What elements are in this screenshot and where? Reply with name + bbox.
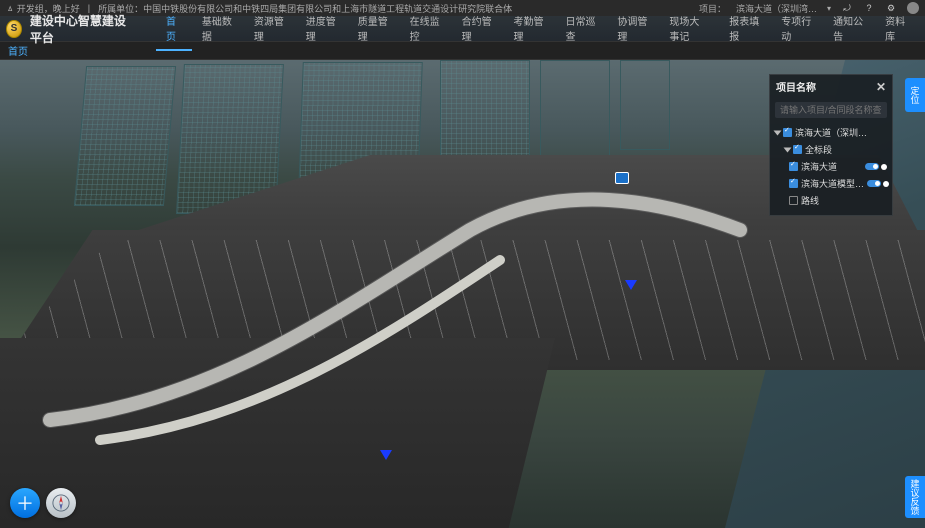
locate-icon[interactable] [881,164,887,170]
nav-quality[interactable]: 质量管理 [348,7,400,51]
tree-label: 全标段 [805,143,832,156]
compass-icon [52,494,70,512]
nav-basic-data[interactable]: 基础数据 [192,7,244,51]
nav-coord[interactable]: 协调管理 [607,7,659,51]
project-panel: 项目名称 ✕ 滨海大道（深圳湾总部基地段… 全标段 滨海大道 [769,74,893,216]
map-3d-viewport[interactable]: 项目名称 ✕ 滨海大道（深圳湾总部基地段… 全标段 滨海大道 [0,60,925,528]
nav-events[interactable]: 现场大事记 [659,7,719,51]
nav-monitor[interactable]: 在线监控 [400,7,452,51]
tree-item[interactable]: 滨海大道模型… [775,175,887,192]
building [620,60,670,150]
building [74,66,176,206]
tree-root[interactable]: 滨海大道（深圳湾总部基地段… [775,124,887,141]
road-sign-icon [615,172,629,184]
panel-title: 项目名称 [776,79,816,94]
feedback-side-tab[interactable]: 建议反馈 [905,476,925,518]
tree-label: 路线 [801,194,819,207]
visibility-toggle[interactable] [865,163,879,170]
checkbox[interactable] [793,145,802,154]
building [540,60,610,170]
nav-notice[interactable]: 通知公告 [823,7,875,51]
nav-progress[interactable]: 进度管理 [296,7,348,51]
checkbox[interactable] [789,196,798,205]
locate-icon[interactable] [883,181,889,187]
nav-home[interactable]: 首页 [156,7,192,51]
tree-item[interactable]: 路线 [775,192,887,209]
project-search-input[interactable] [775,102,887,118]
main-nav: 首页 基础数据 资源管理 进度管理 质量管理 在线监控 合约管理 考勤管理 日常… [156,7,919,51]
nav-docs[interactable]: 资料库 [875,7,919,51]
header: S 建设中心智慧建设平台 首页 基础数据 资源管理 进度管理 质量管理 在线监控… [0,16,925,42]
direction-arrow-icon [380,450,392,460]
checkbox[interactable] [789,162,798,171]
close-icon[interactable]: ✕ [876,80,886,94]
nav-patrol[interactable]: 日常巡查 [555,7,607,51]
tree-label: 滨海大道模型… [801,177,864,190]
nav-report[interactable]: 报表填报 [719,7,771,51]
nav-special[interactable]: 专项行动 [771,7,823,51]
breadcrumb-root[interactable]: 首页 [8,43,28,58]
tree-label: 滨海大道（深圳湾总部基地段… [795,126,871,139]
checkbox[interactable] [789,179,798,188]
app-title: 建设中心智慧建设平台 [30,12,134,46]
nav-resource[interactable]: 资源管理 [244,7,296,51]
plus-icon: ＋ [16,490,34,516]
add-button[interactable]: ＋ [10,488,40,518]
expand-icon[interactable] [784,147,792,152]
compass-button[interactable] [46,488,76,518]
visibility-toggle[interactable] [867,180,881,187]
app-logo: S [6,20,22,38]
nav-attendance[interactable]: 考勤管理 [504,7,556,51]
locate-side-tab[interactable]: 定位 [905,78,925,112]
direction-arrow-icon [625,280,637,290]
tree-label: 滨海大道 [801,160,837,173]
tree-item[interactable]: 滨海大道 [775,158,887,175]
expand-icon[interactable] [774,130,782,135]
tree-group[interactable]: 全标段 [775,141,887,158]
nav-contract[interactable]: 合约管理 [452,7,504,51]
checkbox[interactable] [783,128,792,137]
